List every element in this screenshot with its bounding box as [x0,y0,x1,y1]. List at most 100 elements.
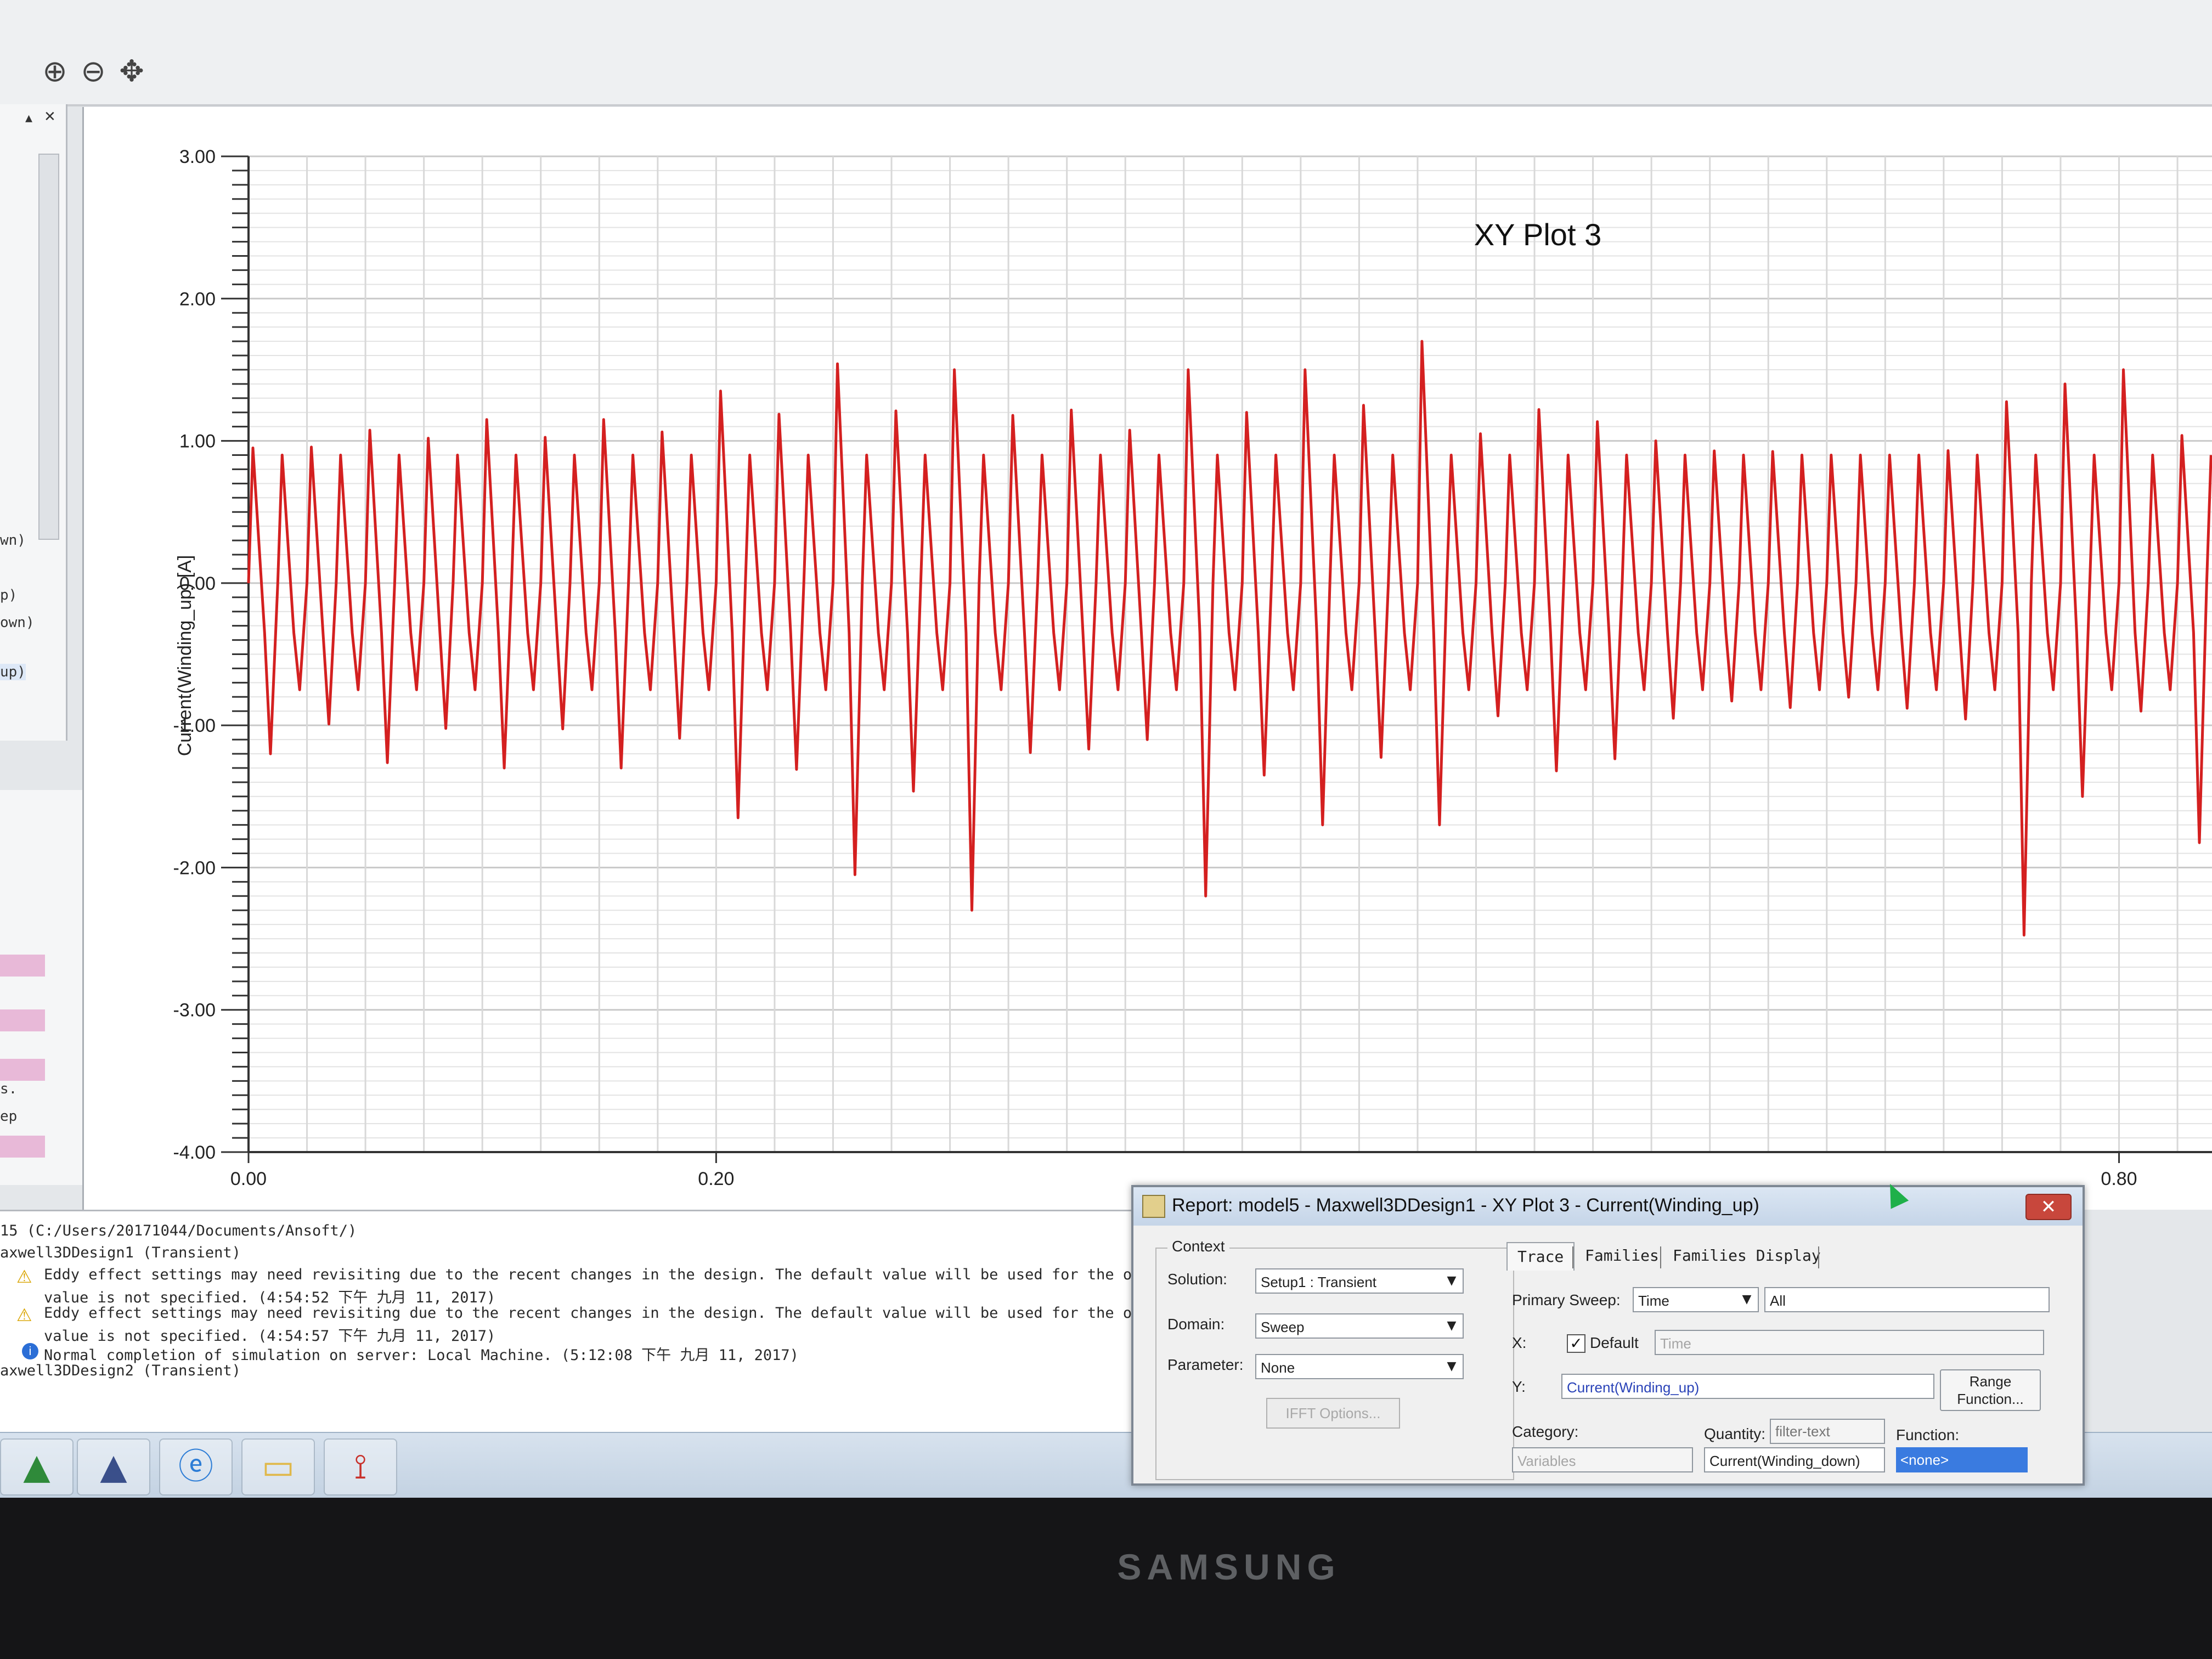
y-tick-label: 1.00 [179,431,216,452]
tree-item-fragment: p) [0,587,18,603]
tab-families-display[interactable]: Families Display [1663,1242,1831,1269]
solution-select[interactable]: Setup1 : Transient ▼ [1255,1268,1464,1294]
warning-icon: ⚠ [16,1266,32,1287]
zoom-in-icon[interactable]: ⊕ [38,55,71,88]
range-function-button[interactable]: Range Function... [1940,1369,2041,1411]
zoom-out-icon[interactable]: ⊖ [77,55,110,88]
domain-label: Domain: [1167,1316,1225,1333]
category-list[interactable]: Variables [1512,1447,1693,1472]
panel-pin-icon[interactable]: ▴ [25,110,32,126]
folder-icon: ▭ [261,1447,295,1487]
taskbar-button[interactable]: ⟟ [324,1438,397,1496]
message-info: Normal completion of simulation on serve… [44,1347,799,1364]
report-icon [1142,1195,1165,1218]
project-manager-panel: ▴ ✕ wn) p) own) up) [0,104,67,741]
primary-sweep-label: Primary Sweep: [1512,1291,1621,1308]
x-expression-field[interactable]: Time [1655,1330,2044,1355]
default-checkbox[interactable]: ✓ [1567,1334,1585,1353]
quantity-list[interactable]: Current(Winding_down) [1704,1447,1885,1472]
ansys-icon: ▲ [23,1447,50,1487]
pdf-icon: ⟟ [354,1447,367,1487]
context-group: Context Solution: Setup1 : Transient ▼ D… [1155,1238,1514,1480]
tab-separator [1660,1246,1661,1268]
message-warning: value is not specified. (4:54:52 下午 九月 1… [44,1289,496,1306]
context-label: Context [1167,1238,1229,1255]
default-label: Default [1590,1334,1639,1351]
y-tick-label: -2.00 [173,857,216,878]
parameter-value: None [1261,1359,1295,1376]
taskbar-button[interactable]: ▲ [0,1438,74,1496]
dialog-title: Report: model5 - Maxwell3DDesign1 - XY P… [1172,1195,1759,1216]
y-tick-label: 2.00 [179,289,216,309]
property-row [0,955,45,977]
monitor-brand-logo: SAMSUNG [1117,1547,1341,1587]
taskbar-button[interactable]: ⓔ [159,1438,233,1496]
primary-sweep-range[interactable]: All [1764,1287,2050,1312]
y-tick-label: -3.00 [173,1000,216,1021]
ifft-options-button[interactable]: IFFT Options... [1266,1398,1400,1429]
property-row [0,1136,45,1158]
panel-close-icon[interactable]: ✕ [44,109,56,125]
taskbar-button[interactable]: ▲ [77,1438,150,1496]
parameter-label: Parameter: [1167,1356,1244,1373]
taskbar-button[interactable]: ▭ [241,1438,315,1496]
screen: ⊕ ⊖ ✥ ▴ ✕ wn) p) own) up) ▴ ✕ s. ep 3.00… [0,0,2212,1498]
message-design: axwell3DDesign1 (Transient) [0,1244,241,1261]
x-expression-value: Time [1660,1335,1691,1352]
message-design: axwell3DDesign2 (Transient) [0,1362,241,1379]
x-tick-label: 0.20 [698,1169,734,1189]
tab-separator [1818,1246,1819,1268]
chevron-down-icon: ▼ [1742,1293,1752,1306]
property-row [0,1009,45,1031]
close-icon[interactable]: ✕ [2025,1194,2072,1220]
panel-scrollbar[interactable] [38,154,59,540]
parameter-select[interactable]: None ▼ [1255,1354,1464,1379]
quantity-item: Current(Winding_down) [1709,1453,1860,1469]
domain-value: Sweep [1261,1319,1305,1335]
xy-plot-window[interactable]: 3.00 2.00 1.00 0.00 -1.00 -2.00 -3.00 -4.00 0.00… [82,107,2212,1210]
y-tick-label: -4.00 [173,1142,216,1163]
property-fragment: s. [0,1081,18,1097]
property-row [0,1059,45,1081]
function-list-item[interactable]: <none> [1896,1447,2028,1472]
solution-value: Setup1 : Transient [1261,1274,1377,1290]
function-label: Function: [1896,1426,1960,1443]
chevron-down-icon: ▼ [1447,1319,1457,1333]
warning-icon: ⚠ [16,1305,32,1325]
pan-icon[interactable]: ✥ [115,55,148,88]
tab-families[interactable]: Families [1575,1242,1669,1269]
chevron-down-icon: ▼ [1447,1359,1457,1373]
message-path: 15 (C:/Users/20171044/Documents/Ansoft/) [0,1222,357,1239]
chevron-down-icon: ▼ [1447,1274,1457,1288]
primary-sweep-all: All [1770,1293,1786,1309]
plot-canvas[interactable]: 3.002.001.000.00-1.00-2.00-3.00-4.000.00… [84,107,2212,1210]
tab-trace[interactable]: Trace [1506,1242,1575,1271]
domain-select[interactable]: Sweep ▼ [1255,1313,1464,1339]
primary-sweep-select[interactable]: Time ▼ [1633,1287,1759,1312]
info-icon: i [22,1343,38,1359]
y-label: Y: [1512,1378,1526,1395]
message-warning: Eddy effect settings may need revisiting… [44,1305,1177,1322]
tree-item-fragment: up) [0,664,26,680]
toolbar: ⊕ ⊖ ✥ [0,0,2212,106]
tab-separator [1572,1246,1573,1268]
category-label: Category: [1512,1423,1579,1440]
y-tick-label: 3.00 [179,146,216,167]
solution-label: Solution: [1167,1271,1227,1288]
x-tick-label: 0.00 [230,1169,267,1189]
report-dialog: Report: model5 - Maxwell3DDesign1 - XY P… [1131,1185,2085,1486]
primary-sweep-value: Time [1638,1293,1669,1309]
y-axis-label: Current(Winding_up) [A] [174,555,195,757]
category-item: Variables [1517,1453,1576,1469]
message-manager: 15 (C:/Users/20171044/Documents/Ansoft/)… [0,1210,1176,1442]
y-expression-value: Current(Winding_up) [1567,1379,1700,1396]
series-line-0 [247,340,2212,937]
quantity-label: Quantity: [1704,1425,1766,1442]
dialog-titlebar[interactable]: Report: model5 - Maxwell3DDesign1 - XY P… [1133,1187,2083,1226]
x-label: X: [1512,1334,1527,1351]
plot-trace [247,340,2212,937]
y-expression-field[interactable]: Current(Winding_up) [1561,1374,1934,1399]
property-fragment: ep [0,1108,18,1125]
tree-item-fragment: wn) [0,532,26,549]
quantity-filter-input[interactable] [1770,1419,1885,1444]
